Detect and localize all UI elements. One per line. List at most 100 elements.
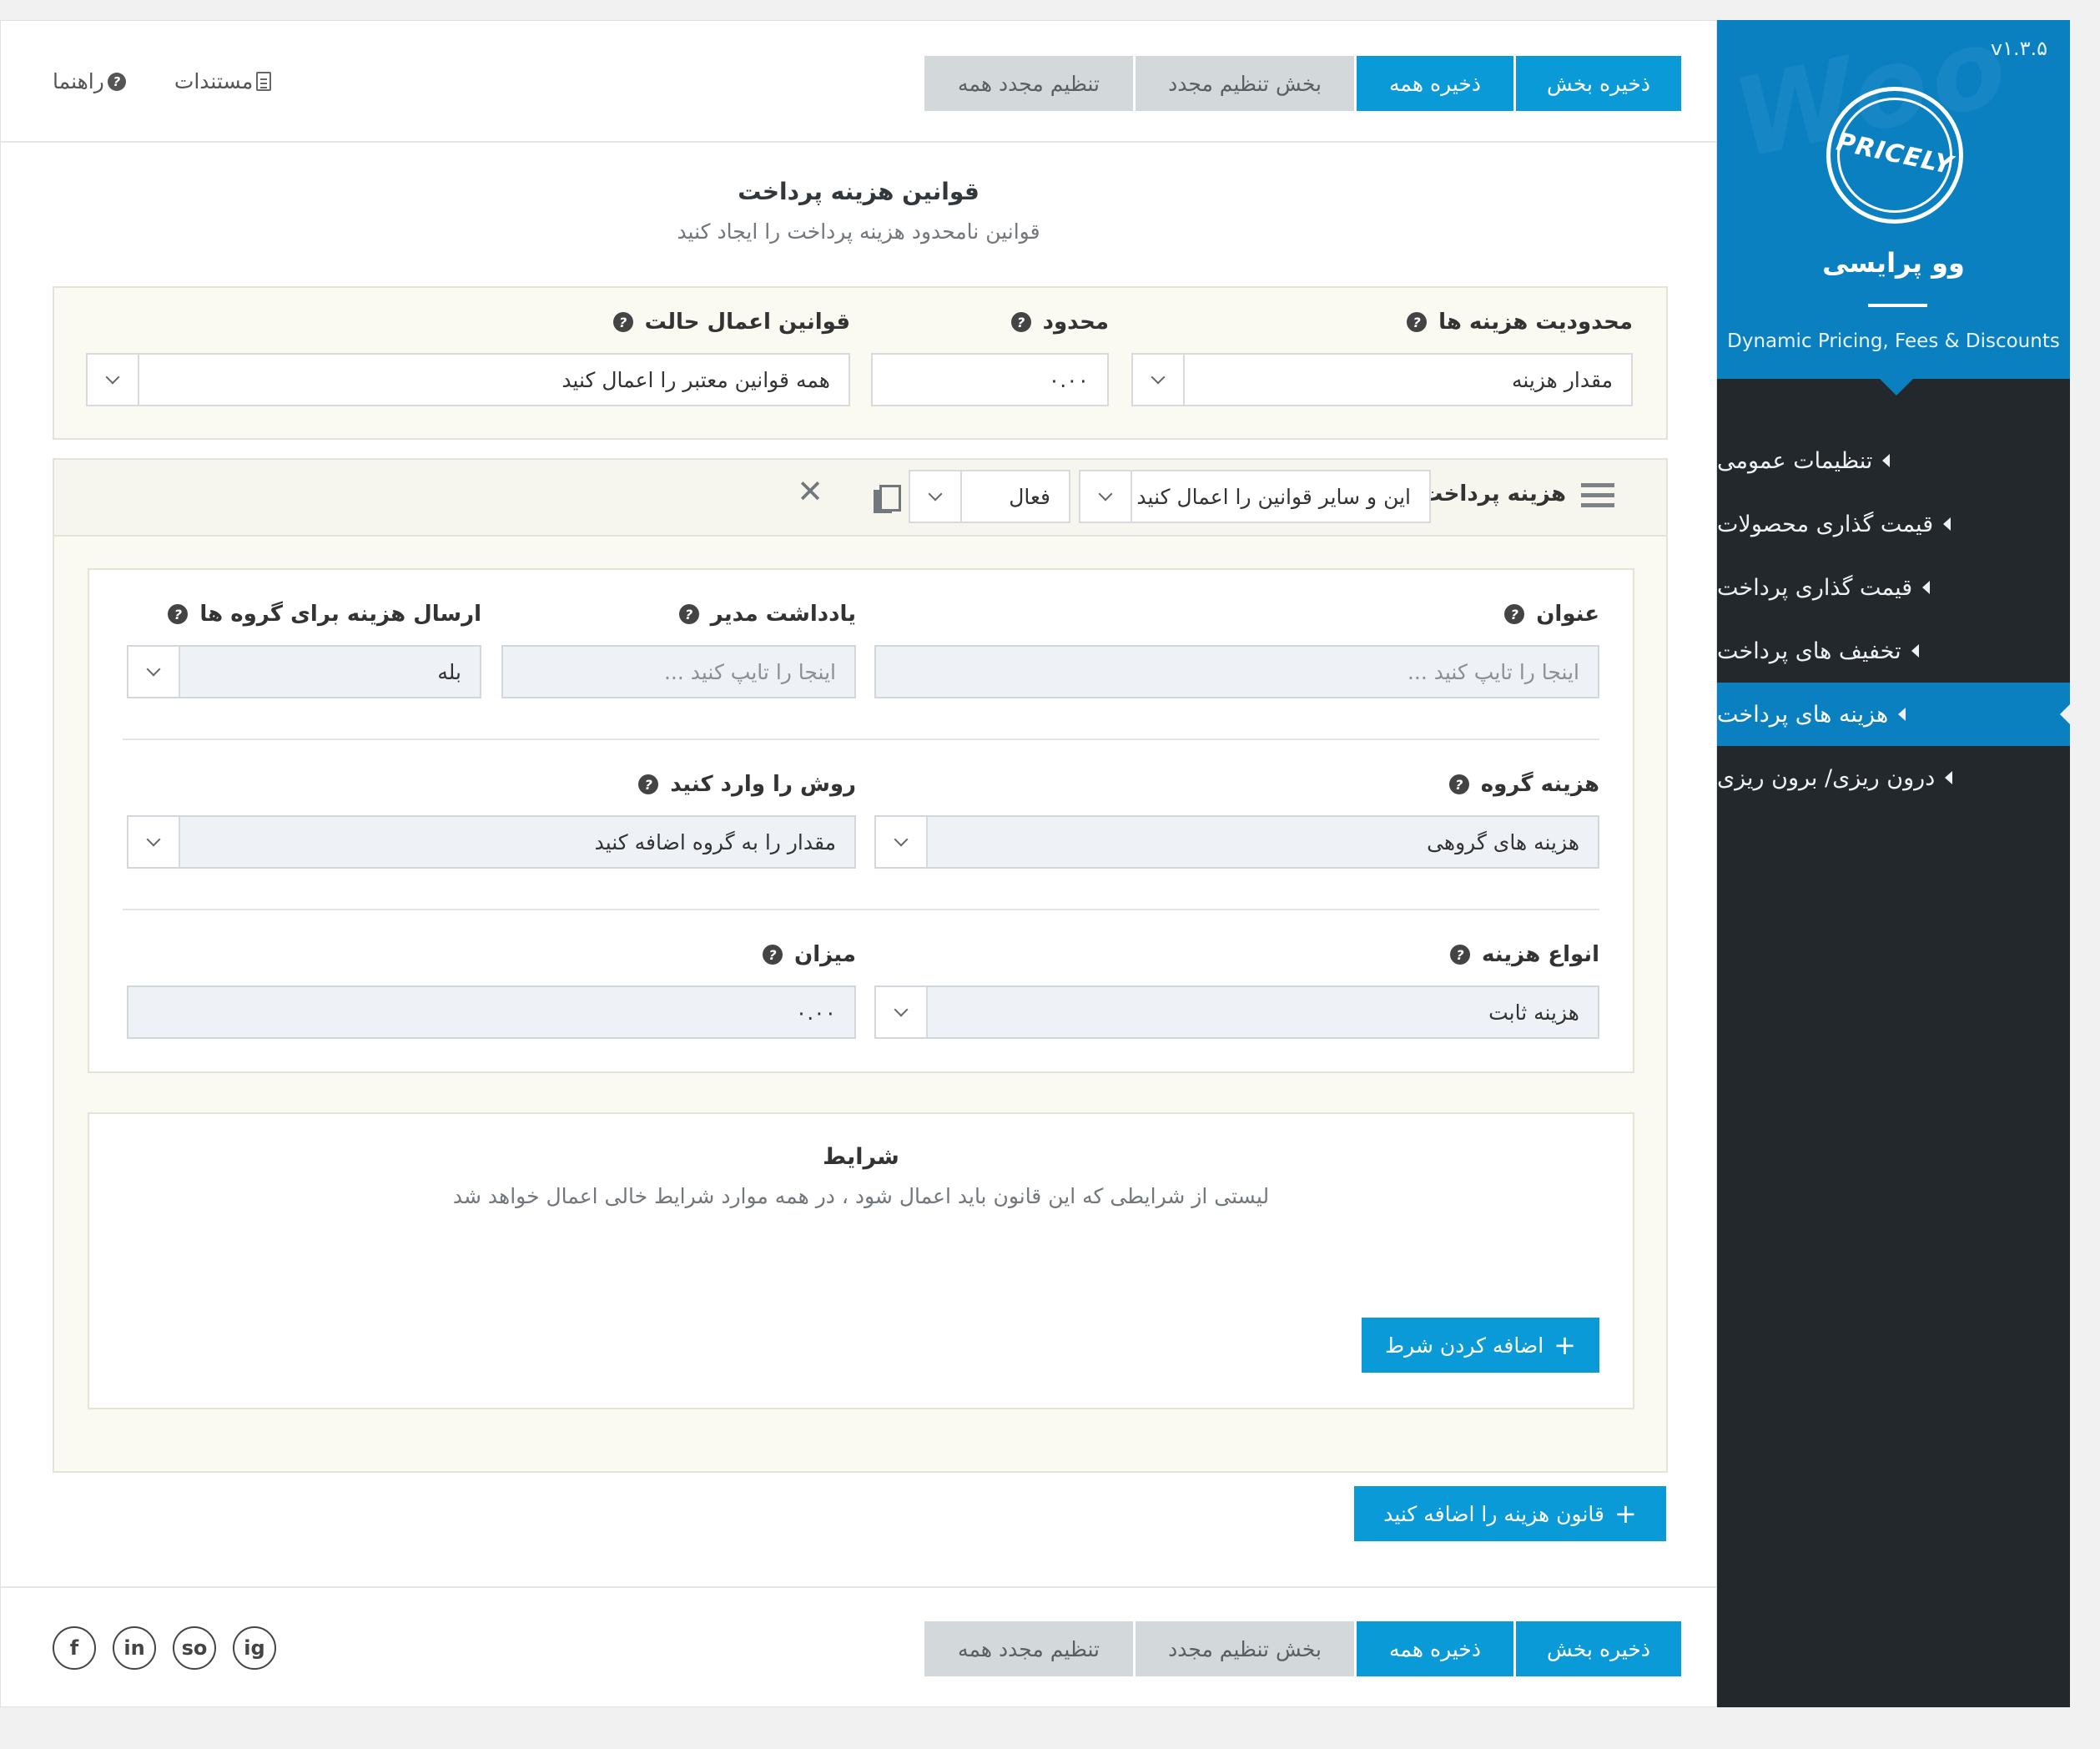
help-icon[interactable]: ?: [1449, 945, 1470, 965]
fee-type-select[interactable]: هزینه ثابت: [874, 985, 1599, 1039]
sidebar-item-checkout-discounts[interactable]: تخفیف های پرداخت: [1717, 619, 2070, 683]
brand-divider: [1868, 304, 1927, 307]
help-icon[interactable]: ?: [1448, 774, 1469, 794]
amount-input[interactable]: ۰.۰۰: [127, 985, 856, 1039]
sidebar-item-label: هزینه های پرداخت: [1717, 701, 1889, 728]
logo-text: PRICELY: [1833, 127, 1956, 181]
apply-mode-label: قوانین اعمال حالت?: [612, 310, 850, 335]
toolbar-buttons: ذخیره بخش ذخیره همه بخش تنظیم مجدد تنظیم…: [922, 56, 1681, 111]
instagram-icon[interactable]: ig: [233, 1626, 276, 1670]
rule-settings-box: عنوان? یادداشت مدیر? ارسال هزینه برای گر…: [88, 568, 1634, 1073]
doc-links: مستندات ? راهنما: [53, 69, 272, 93]
help-icon[interactable]: ?: [763, 945, 783, 965]
sidebar-item-label: تخفیف های پرداخت: [1717, 638, 1901, 664]
sidebar-item-label: درون ریزی/ برون ریزی: [1717, 764, 1936, 791]
stackoverflow-icon[interactable]: so: [173, 1626, 216, 1670]
help-icon[interactable]: ?: [168, 604, 189, 624]
sidebar-item-general-settings[interactable]: تنظیمات عمومی: [1717, 429, 2070, 492]
app-window: Woo v۱.۳.۵ PRICELY وو پرایسی Dynamic Pri…: [0, 20, 2070, 1707]
help-icon[interactable]: ?: [678, 604, 699, 624]
reset-all-button[interactable]: تنظیم مجدد همه: [924, 56, 1133, 111]
admin-note-label: یادداشت مدیر?: [678, 602, 856, 627]
group-fee-label: هزینه گروه?: [1448, 772, 1599, 797]
sidebar: Woo v۱.۳.۵ PRICELY وو پرایسی Dynamic Pri…: [1717, 20, 2070, 1707]
group-send-label: ارسال هزینه برای گروه ها?: [168, 602, 481, 627]
sidebar-item-label: تنظیمات عمومی: [1717, 447, 1873, 474]
admin-note-input[interactable]: اینجا را تایپ کنید ...: [501, 645, 856, 698]
caret-left-icon: [1922, 581, 1931, 594]
save-all-button[interactable]: ذخیره همه: [1357, 1621, 1513, 1676]
apply-mode-select[interactable]: همه قوانین معتبر را اعمال کنید: [86, 353, 850, 406]
sidebar-item-import-export[interactable]: درون ریزی/ برون ریزی: [1717, 746, 2070, 809]
brand-header: Woo v۱.۳.۵ PRICELY وو پرایسی Dynamic Pri…: [1717, 20, 2070, 379]
reset-section-button[interactable]: بخش تنظیم مجدد: [1136, 1621, 1354, 1676]
fee-limits-panel: محدودیت هزینه ها? محدود? قوانین اعمال حا…: [53, 286, 1668, 440]
save-section-button[interactable]: ذخیره بخش: [1516, 1621, 1681, 1676]
method-select[interactable]: مقدار را به گروه اضافه کنید: [127, 815, 856, 869]
add-condition-button[interactable]: + اضافه کردن شرط: [1362, 1318, 1599, 1373]
caret-left-icon: [1898, 708, 1906, 721]
version-label: v۱.۳.۵: [1990, 37, 2047, 60]
document-icon: [256, 72, 272, 91]
plus-icon: +: [1614, 1498, 1637, 1530]
rule-status-select[interactable]: فعال: [909, 470, 1070, 523]
chevron-down-icon: [88, 355, 139, 405]
field-divider: [123, 738, 1599, 740]
help-icon[interactable]: ?: [1407, 312, 1428, 332]
rule-title: هزینه پرداخت: [1421, 481, 1566, 507]
title-label: عنوان?: [1504, 602, 1599, 627]
pricely-logo: PRICELY: [1826, 87, 1963, 224]
top-toolbar: ذخیره بخش ذخیره همه بخش تنظیم مجدد تنظیم…: [1, 21, 1716, 143]
linkedin-icon[interactable]: in: [113, 1626, 156, 1670]
conditions-box: شرایط لیستی از شرایطی که این قانون باید …: [88, 1112, 1634, 1409]
chevron-down-icon: [128, 647, 180, 697]
reset-all-button[interactable]: تنظیم مجدد همه: [924, 1621, 1133, 1676]
docs-link[interactable]: مستندات: [174, 69, 272, 93]
rule-apply-select[interactable]: این و سایر قوانین را اعمال کنید: [1079, 470, 1431, 523]
chevron-down-icon: [1080, 471, 1132, 522]
fee-type-label: انواع هزینه?: [1449, 942, 1599, 967]
brand-name: وو پرایسی: [1822, 247, 1965, 279]
limit-input[interactable]: ۰.۰۰: [871, 353, 1109, 406]
conditions-title: شرایط: [823, 1144, 899, 1170]
section-description: قوانین نامحدود هزینه پرداخت را ایجاد کنی…: [677, 219, 1040, 244]
fee-limit-label: محدودیت هزینه ها?: [1407, 310, 1633, 335]
save-section-button[interactable]: ذخیره بخش: [1516, 56, 1681, 111]
title-input[interactable]: اینجا را تایپ کنید ...: [874, 645, 1599, 698]
help-icon[interactable]: ?: [1504, 604, 1525, 624]
close-icon[interactable]: ✕: [797, 473, 823, 510]
drag-handle-icon[interactable]: [1581, 483, 1614, 508]
question-icon: ?: [107, 72, 126, 91]
chevron-down-icon: [876, 987, 928, 1037]
caret-left-icon: [1945, 771, 1953, 784]
group-send-select[interactable]: بله: [127, 645, 481, 698]
limit-label: محدود?: [1010, 310, 1109, 335]
add-fee-rule-button[interactable]: + قانون هزینه را اضافه کنید: [1354, 1486, 1666, 1541]
sidebar-item-checkout-pricing[interactable]: قیمت گذاری پرداخت: [1717, 556, 2070, 619]
help-icon[interactable]: ?: [1010, 312, 1031, 332]
caret-left-icon: [1943, 517, 1951, 531]
plus-icon: +: [1554, 1329, 1576, 1361]
sidebar-item-checkout-fees[interactable]: هزینه های پرداخت: [1717, 683, 2070, 746]
field-divider: [123, 909, 1599, 910]
reset-section-button[interactable]: بخش تنظیم مجدد: [1136, 56, 1354, 111]
help-icon[interactable]: ?: [612, 312, 633, 332]
rule-header: هزینه پرداخت این و سایر قوانین را اعمال …: [53, 458, 1668, 537]
method-label: روش را وارد کنید?: [638, 772, 856, 797]
help-icon[interactable]: ?: [638, 774, 659, 794]
facebook-icon[interactable]: f: [53, 1626, 96, 1670]
caret-left-icon: [1882, 454, 1891, 467]
help-link[interactable]: ? راهنما: [53, 69, 126, 93]
fee-limit-select[interactable]: مقدار هزینه: [1131, 353, 1633, 406]
amount-label: میزان?: [763, 942, 856, 967]
toolbar-buttons: ذخیره بخش ذخیره همه بخش تنظیم مجدد تنظیم…: [922, 1621, 1681, 1676]
save-all-button[interactable]: ذخیره همه: [1357, 56, 1513, 111]
sidebar-item-product-pricing[interactable]: قیمت گذاری محصولات: [1717, 492, 2070, 556]
sidebar-item-label: قیمت گذاری پرداخت: [1717, 574, 1913, 601]
chevron-down-icon: [910, 471, 962, 522]
duplicate-icon[interactable]: [874, 485, 901, 513]
conditions-description: لیستی از شرایطی که این قانون باید اعمال …: [452, 1184, 1270, 1208]
group-fee-select[interactable]: هزینه های گروهی: [874, 815, 1599, 869]
sidebar-item-label: قیمت گذاری محصولات: [1717, 511, 1934, 537]
rule-body: عنوان? یادداشت مدیر? ارسال هزینه برای گر…: [53, 535, 1668, 1473]
